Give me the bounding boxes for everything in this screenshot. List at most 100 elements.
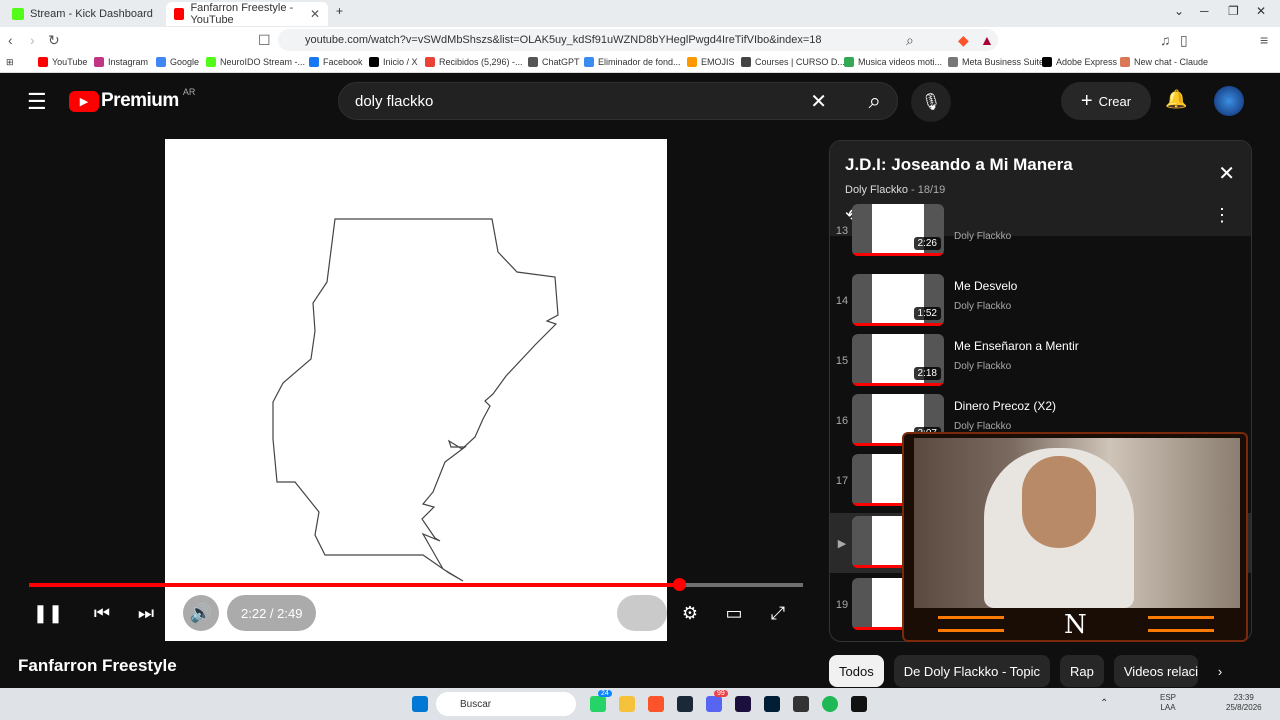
volume-button[interactable]: 🔊	[183, 595, 219, 631]
overlay-bar-right	[1148, 616, 1214, 632]
premium-label: Premium	[101, 90, 179, 111]
bookmark-drive[interactable]: Musica videos moti...	[844, 57, 942, 67]
forward-icon[interactable]: ›	[30, 32, 35, 48]
bookmark-youtube[interactable]: YouTube	[38, 57, 87, 67]
next-button[interactable]: ⏭	[131, 595, 161, 631]
pause-button[interactable]: ❚❚	[33, 595, 63, 631]
maximize-icon[interactable]: ❐	[1228, 4, 1239, 18]
taskbar-search[interactable]: Buscar	[436, 692, 576, 716]
bookmark-chatgpt[interactable]: ChatGPT	[528, 57, 580, 67]
fullscreen-button[interactable]: ⤢	[763, 595, 793, 631]
playlist-item-artist[interactable]: Doly Flackko	[954, 231, 1011, 242]
new-tab-icon[interactable]: +	[336, 4, 343, 18]
tab-youtube[interactable]: Fanfarron Freestyle - YouTube ✕	[166, 2, 328, 26]
playlist-artist[interactable]: Doly Flackko	[845, 184, 908, 196]
chip-topic[interactable]: De Doly Flackko - Topic	[893, 655, 1051, 687]
apps-icon[interactable]: ⊞	[6, 57, 14, 68]
playlist-item[interactable]: 13 2:26 Doly Flackko	[830, 201, 1251, 261]
subtitles-button[interactable]: ▭	[617, 595, 667, 631]
bookmark-neuroido[interactable]: NeuroIDO Stream -...	[206, 57, 305, 67]
premiere-icon[interactable]	[735, 696, 751, 712]
sidebar-icon[interactable]: ▯	[1180, 32, 1188, 49]
close-window-icon[interactable]: ✕	[1256, 4, 1266, 18]
bookmark-google[interactable]: Google	[156, 57, 199, 67]
bookmark-emojis[interactable]: EMOJIS	[687, 57, 735, 67]
chip-todos[interactable]: Todos	[829, 655, 884, 687]
steam-icon[interactable]	[677, 696, 693, 712]
youtube-logo[interactable]: ▶ Premium AR	[69, 87, 195, 112]
bookmark-icon[interactable]: ☐	[258, 32, 271, 49]
plus-icon: +	[1080, 89, 1093, 112]
playlist-item-artist[interactable]: Doly Flackko	[954, 421, 1011, 432]
search-input[interactable]	[355, 92, 795, 110]
video-frame[interactable]	[165, 139, 667, 641]
clear-search-icon[interactable]: ✕	[810, 89, 827, 114]
chip-related[interactable]: Videos relacio	[1113, 655, 1198, 687]
playlist-item-thumbnail[interactable]: 2:18	[852, 334, 944, 386]
bookmark-courses[interactable]: Courses | CURSO D...	[741, 57, 845, 67]
bookmark-facebook[interactable]: Facebook	[309, 57, 363, 67]
video-player[interactable]: ❚❚ ⏮ ⏭ 🔊 2:22 / 2:49 ▭ ⚙ ▭ ⤢	[3, 135, 815, 645]
back-icon[interactable]: ‹	[8, 32, 13, 48]
whatsapp-icon[interactable]	[590, 696, 606, 712]
voice-search-button[interactable]: 🎙	[911, 82, 951, 122]
brave-icon[interactable]	[648, 696, 664, 712]
hamburger-menu-icon[interactable]: ☰	[27, 89, 47, 115]
chip-rap[interactable]: Rap	[1060, 655, 1104, 687]
bookmark-x[interactable]: Inicio / X	[369, 57, 418, 67]
media-icon[interactable]: ♫	[1160, 32, 1171, 48]
brave-shield-icon[interactable]: ◆	[958, 32, 969, 49]
tab-kick-dashboard[interactable]: Stream - Kick Dashboard	[4, 2, 164, 26]
bookmark-remover[interactable]: Eliminador de fond...	[584, 57, 681, 67]
playlist-item-artist[interactable]: Doly Flackko	[954, 301, 1011, 312]
tab-close-icon[interactable]: ✕	[310, 7, 320, 21]
playlist-item-thumbnail[interactable]: 2:26	[852, 204, 944, 256]
reload-icon[interactable]: ↻	[48, 32, 60, 49]
playlist-title[interactable]: J.D.I: Joseando a Mi Manera	[845, 155, 1073, 175]
settings-button[interactable]: ⚙	[675, 595, 705, 631]
progress-bar[interactable]	[29, 578, 803, 591]
youtube-header: ☰ ▶ Premium AR ✕ ⌕ 🎙 + Crear 🔔	[3, 77, 1277, 127]
language-indicator[interactable]: ESP LAA	[1160, 693, 1176, 713]
playlist-item-thumbnail[interactable]: 1:52	[852, 274, 944, 326]
close-playlist-icon[interactable]: ✕	[1218, 161, 1235, 186]
map-outline-drawing	[272, 218, 559, 582]
spotify-icon[interactable]	[822, 696, 838, 712]
theater-mode-button[interactable]: ▭	[719, 595, 749, 631]
playlist-item[interactable]: 14 1:52 Me Desvelo Doly Flackko	[830, 271, 1251, 331]
avatar[interactable]	[1214, 86, 1244, 116]
playlist-item-artist[interactable]: Doly Flackko	[954, 361, 1011, 372]
obs-icon[interactable]	[793, 696, 809, 712]
bookmark-gmail[interactable]: Recibidos (5,296) -...	[425, 57, 523, 67]
file-explorer-icon[interactable]	[619, 696, 635, 712]
playlist-item[interactable]: 15 2:18 Me Enseñaron a Mentir Doly Flackko	[830, 331, 1251, 391]
bookmark-instagram[interactable]: Instagram	[94, 57, 148, 67]
bookmark-adobe[interactable]: Adobe Express	[1042, 57, 1117, 67]
chips-next-icon[interactable]: ›	[1208, 655, 1232, 687]
thumbnail-progress	[852, 253, 944, 256]
photoshop-icon[interactable]	[764, 696, 780, 712]
create-button[interactable]: + Crear	[1061, 82, 1151, 120]
zoom-icon[interactable]: ⌕	[906, 32, 914, 49]
tab-list-icon[interactable]: ⌄	[1174, 4, 1184, 18]
windows-taskbar: Buscar 24 99 ⌃ ESP LAA 23:39 25/8/2026	[0, 688, 1280, 720]
bookmark-claude[interactable]: New chat - Claude	[1120, 57, 1208, 67]
tray-expand-icon[interactable]: ⌃	[1100, 698, 1108, 709]
playlist-item-title: Dinero Precoz (X2)	[954, 399, 1057, 413]
discord-icon[interactable]	[706, 696, 722, 712]
windows-start-icon[interactable]	[412, 696, 428, 712]
minimize-icon[interactable]: ─	[1200, 4, 1209, 18]
brave-rewards-icon[interactable]: ▲	[980, 32, 994, 48]
notifications-bell-icon[interactable]: 🔔	[1165, 89, 1187, 110]
clock[interactable]: 23:39 25/8/2026	[1226, 693, 1262, 713]
volume-icon: 🔊	[189, 602, 213, 623]
progress-scrubber[interactable]	[673, 578, 687, 591]
streamer-face	[1022, 456, 1096, 548]
menu-icon[interactable]: ≡	[1260, 32, 1268, 48]
previous-button[interactable]: ⏮	[87, 595, 117, 631]
subtitles-icon: ▭	[635, 604, 649, 621]
tiktok-icon[interactable]	[851, 696, 867, 712]
search-icon[interactable]: ⌕	[869, 88, 881, 114]
url-field[interactable]: youtube.com/watch?v=vSWdMbShszs&list=OLA…	[278, 29, 998, 51]
bookmark-meta[interactable]: Meta Business Suite	[948, 57, 1044, 67]
